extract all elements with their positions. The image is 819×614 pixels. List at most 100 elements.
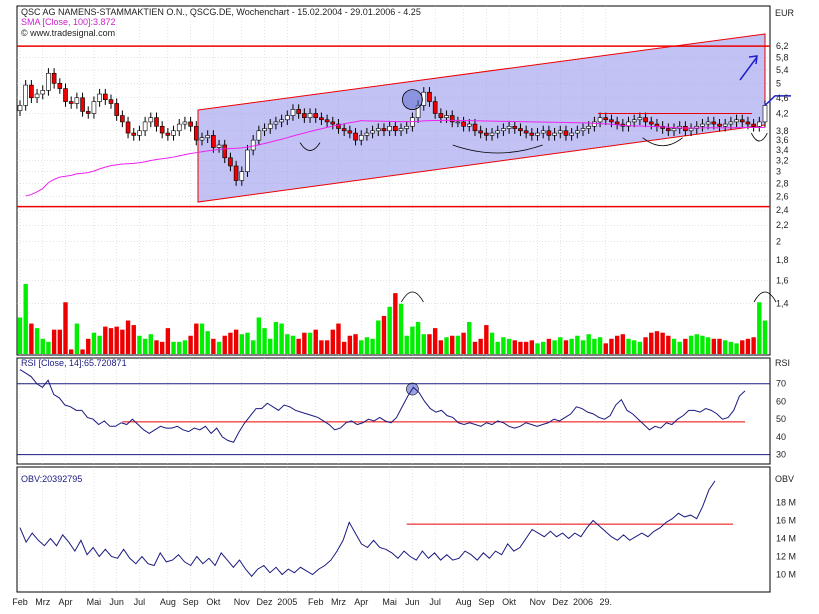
price-tick-label: 3,6 — [776, 135, 789, 145]
volume-bar — [569, 338, 574, 354]
volume-bar — [256, 317, 262, 354]
volume-bar — [40, 338, 45, 354]
candle-body — [705, 121, 711, 125]
candle-body — [671, 128, 677, 132]
candle-body — [631, 119, 637, 123]
candle-body — [228, 157, 233, 167]
volume-bar — [51, 329, 57, 354]
candle-body — [68, 101, 74, 104]
obv-tick-label: 18 M — [776, 498, 796, 508]
candle-body — [444, 115, 449, 118]
candle-body — [455, 121, 461, 124]
volume-bar — [438, 340, 444, 354]
rsi-legend: RSI [Close, 14]:65.720871 — [21, 358, 127, 368]
rsi-tick-label: 40 — [776, 432, 786, 442]
volume-bar — [302, 332, 307, 354]
volume-bar — [472, 341, 478, 354]
time-tick-label: Nov — [530, 597, 547, 607]
candle-body — [324, 119, 330, 123]
candle-body — [46, 72, 51, 91]
volume-bar — [535, 343, 540, 354]
candle-body — [739, 119, 745, 123]
candle-body — [609, 119, 614, 123]
volume-bar — [643, 337, 648, 354]
price-axis-ticks: 6,25,85,454,64,23,83,63,43,232,82,62,42,… — [776, 41, 789, 308]
candle-body — [91, 101, 97, 114]
candle-body — [387, 125, 392, 132]
candle-body — [438, 113, 444, 118]
volume-bar — [120, 329, 125, 354]
volume-bar — [489, 332, 495, 354]
time-tick-label: Jun — [405, 597, 420, 607]
candle-body — [120, 115, 125, 123]
candle-body — [103, 93, 108, 100]
volume-bar — [177, 341, 182, 354]
time-tick-label: Jun — [109, 597, 124, 607]
volume-bar — [114, 326, 119, 354]
candle-body — [131, 132, 137, 136]
time-tick-label: Feb — [308, 597, 324, 607]
candle-body — [23, 84, 28, 106]
candle-body — [711, 121, 717, 125]
candle-body — [734, 119, 739, 123]
candle-body — [614, 121, 620, 125]
candle-body — [199, 137, 205, 141]
volume-bar — [103, 326, 108, 354]
price-tick-label: 1,8 — [776, 255, 789, 265]
volume-bar — [233, 329, 239, 354]
candle-body — [637, 117, 643, 121]
candle-body — [546, 130, 552, 136]
rsi-tick-label: 60 — [776, 396, 786, 406]
price-tick-label: 3,2 — [776, 155, 789, 165]
candle-body — [154, 117, 159, 127]
price-tick-label: 3 — [776, 167, 781, 177]
volume-bar — [427, 334, 432, 354]
volume-bar — [165, 328, 171, 354]
price-tick-label: 2,8 — [776, 179, 789, 189]
volume-bar — [239, 334, 244, 354]
volume-bar — [677, 341, 682, 354]
volume-bar — [734, 343, 739, 354]
candle-body — [319, 117, 324, 121]
volume-bar — [57, 329, 63, 354]
candle-body — [182, 121, 188, 125]
obv-tick-label: 14 M — [776, 534, 796, 544]
volume-bar — [216, 341, 222, 354]
candle-body — [552, 132, 557, 136]
volume-bar — [506, 338, 512, 354]
top-marker-circle — [402, 89, 423, 111]
candle-body — [63, 88, 68, 102]
volume-bar — [546, 338, 552, 354]
candle-body — [313, 113, 319, 118]
volume-bar — [649, 332, 654, 354]
candle-body — [398, 128, 404, 132]
candle-body — [222, 144, 228, 159]
price-tick-label: 5,8 — [776, 53, 789, 63]
volume-bar — [586, 334, 591, 354]
volume-bar — [199, 323, 205, 354]
time-tick-label: Nov — [234, 597, 251, 607]
candle-body — [512, 125, 518, 129]
candle-body — [193, 125, 199, 141]
volume-bar — [398, 303, 404, 354]
tradesignal-chart: 6,25,85,454,64,23,83,63,43,232,82,62,42,… — [12, 5, 796, 607]
volume-bar — [694, 334, 699, 354]
candle-body — [688, 128, 694, 132]
volume-bar — [717, 338, 722, 354]
source-credit: © www.tradesignal.com — [21, 28, 115, 38]
volume-bar — [745, 338, 751, 354]
price-tick-label: 5 — [776, 78, 781, 88]
volume-bar — [125, 320, 131, 354]
candle-body — [643, 117, 648, 123]
volume-bar — [381, 315, 387, 354]
candle-body — [575, 130, 580, 134]
candle-body — [535, 132, 540, 136]
candle-body — [290, 109, 296, 116]
volume-bar — [359, 340, 364, 354]
time-tick-label: Dez — [552, 597, 569, 607]
volume-bar — [80, 349, 85, 354]
volume-bar — [330, 329, 335, 354]
candle-body — [717, 123, 722, 127]
time-tick-label: 29. — [600, 597, 613, 607]
candle-body — [484, 132, 489, 136]
